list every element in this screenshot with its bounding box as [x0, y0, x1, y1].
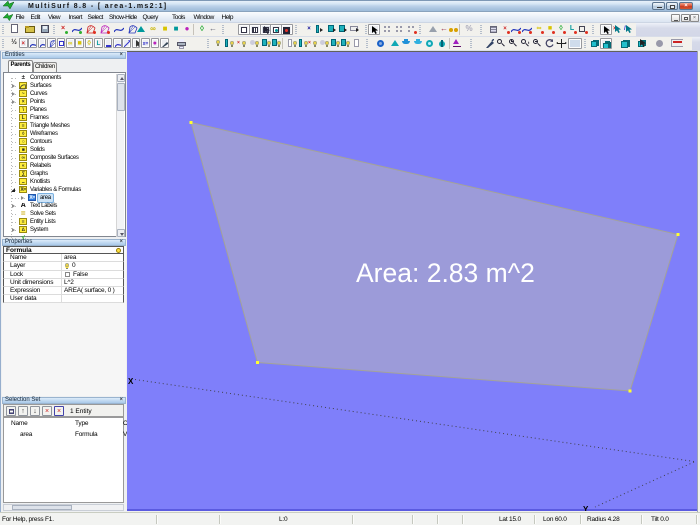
svg-text:Y: Y [583, 505, 589, 511]
svg-text:X: X [128, 377, 134, 386]
